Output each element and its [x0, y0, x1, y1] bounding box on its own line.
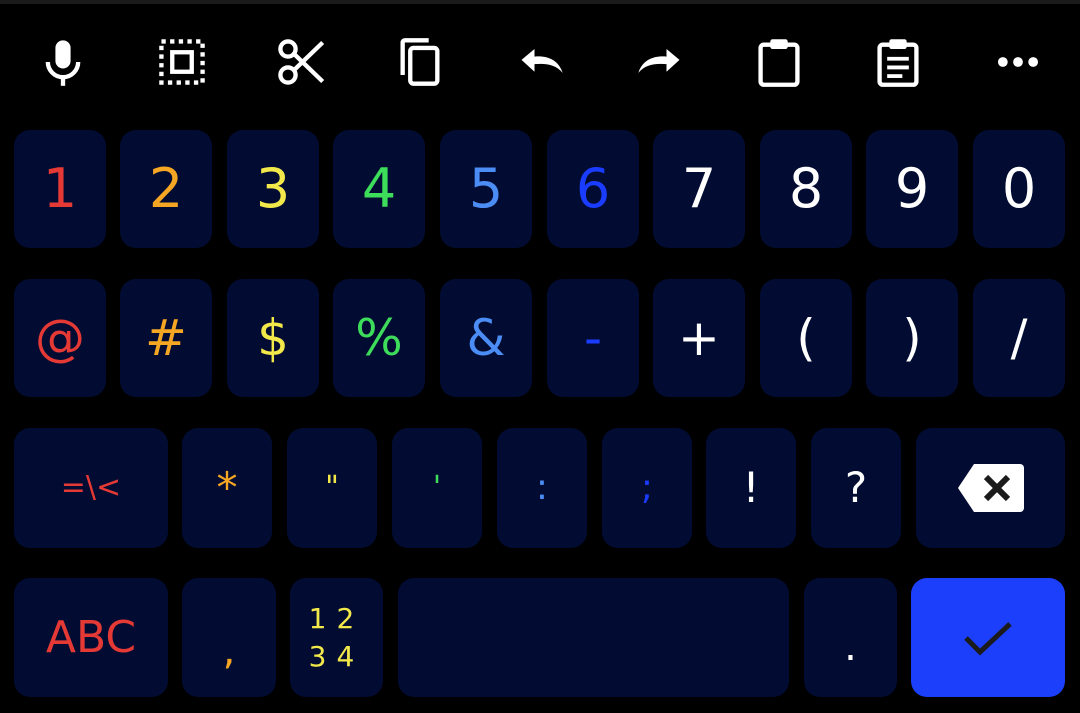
- key-percent[interactable]: %: [333, 279, 425, 397]
- key-2[interactable]: 2: [120, 130, 212, 248]
- key-label: 0: [1001, 157, 1037, 220]
- cut-icon: [278, 39, 325, 85]
- redo-icon: [638, 49, 680, 73]
- key-label: &: [466, 309, 506, 367]
- key-0[interactable]: 0: [973, 130, 1065, 248]
- copy-button[interactable]: [384, 26, 456, 98]
- copy-icon: [400, 38, 440, 86]
- clipboard-history-icon: [877, 39, 919, 87]
- key-slash[interactable]: /: [973, 279, 1065, 397]
- more-options-button[interactable]: [982, 26, 1054, 98]
- numpad-label: 12 34: [309, 600, 365, 676]
- paste-button[interactable]: [743, 26, 815, 98]
- key-label: (: [796, 309, 816, 367]
- key-exclamation[interactable]: !: [706, 428, 796, 548]
- backspace-key[interactable]: [916, 428, 1065, 548]
- key-label: ,: [222, 628, 236, 674]
- key-question[interactable]: ?: [811, 428, 901, 548]
- backspace-icon: [957, 464, 1024, 512]
- microphone-icon: [45, 40, 81, 86]
- clipboard-history-button[interactable]: [862, 26, 934, 98]
- voice-input-button[interactable]: [27, 26, 99, 98]
- key-label: 9: [894, 157, 930, 220]
- key-label: %: [355, 309, 403, 367]
- key-double-quote[interactable]: ": [287, 428, 377, 548]
- key-more-symbols[interactable]: =\<: [14, 428, 168, 548]
- key-plus[interactable]: +: [653, 279, 745, 397]
- key-label: $: [257, 309, 289, 367]
- more-icon: [997, 57, 1039, 67]
- key-single-quote[interactable]: ': [392, 428, 482, 548]
- key-7[interactable]: 7: [653, 130, 745, 248]
- key-label: 2: [148, 157, 184, 220]
- cut-button[interactable]: [265, 26, 337, 98]
- key-label: *: [216, 463, 238, 512]
- key-9[interactable]: 9: [866, 130, 958, 248]
- select-all-icon: [159, 39, 205, 85]
- key-label: .: [844, 624, 857, 670]
- key-ampersand[interactable]: &: [440, 279, 532, 397]
- key-asterisk[interactable]: *: [182, 428, 272, 548]
- key-label: :: [535, 467, 549, 508]
- key-label: 1: [42, 157, 78, 220]
- undo-button[interactable]: [505, 26, 577, 98]
- undo-icon: [521, 49, 563, 73]
- key-label: ): [902, 309, 922, 367]
- key-3[interactable]: 3: [227, 130, 319, 248]
- key-open-paren[interactable]: (: [760, 279, 852, 397]
- numpad-label-line2: 34: [308, 639, 365, 673]
- key-label: @: [35, 309, 85, 367]
- keyboard-toolbar: [0, 4, 1080, 120]
- key-label: =\<: [60, 470, 122, 505]
- key-hash[interactable]: #: [120, 279, 212, 397]
- key-close-paren[interactable]: ): [866, 279, 958, 397]
- key-label: #: [145, 309, 187, 367]
- key-label: 3: [255, 157, 291, 220]
- key-label: ": [325, 470, 339, 505]
- key-label: /: [1010, 309, 1028, 367]
- key-label: 5: [468, 157, 504, 220]
- select-all-button[interactable]: [146, 26, 218, 98]
- key-comma[interactable]: ,: [182, 578, 276, 697]
- enter-key[interactable]: [911, 578, 1065, 697]
- key-label: ?: [844, 463, 868, 512]
- key-label: ;: [640, 467, 654, 508]
- key-at[interactable]: @: [14, 279, 106, 397]
- key-8[interactable]: 8: [760, 130, 852, 248]
- key-label: -: [583, 309, 603, 367]
- key-label: 8: [788, 157, 824, 220]
- checkmark-icon: [964, 621, 1012, 655]
- key-label: 7: [681, 157, 717, 220]
- key-label: ABC: [45, 611, 137, 663]
- key-5[interactable]: 5: [440, 130, 532, 248]
- abc-key[interactable]: ABC: [14, 578, 168, 697]
- redo-button[interactable]: [624, 26, 696, 98]
- key-minus[interactable]: -: [547, 279, 639, 397]
- key-semicolon[interactable]: ;: [602, 428, 692, 548]
- space-bar[interactable]: [398, 578, 789, 697]
- key-6[interactable]: 6: [547, 130, 639, 248]
- key-label: ': [432, 470, 442, 505]
- clipboard-icon: [758, 39, 800, 87]
- key-4[interactable]: 4: [333, 130, 425, 248]
- key-period[interactable]: .: [804, 578, 897, 697]
- numpad-label-line1: 12: [308, 601, 365, 635]
- key-label: 4: [361, 157, 397, 220]
- key-dollar[interactable]: $: [227, 279, 319, 397]
- key-1[interactable]: 1: [14, 130, 106, 248]
- key-label: !: [742, 463, 760, 512]
- key-label: 6: [575, 157, 611, 220]
- key-colon[interactable]: :: [497, 428, 587, 548]
- numpad-key[interactable]: 12 34: [290, 578, 383, 697]
- key-label: +: [678, 309, 720, 367]
